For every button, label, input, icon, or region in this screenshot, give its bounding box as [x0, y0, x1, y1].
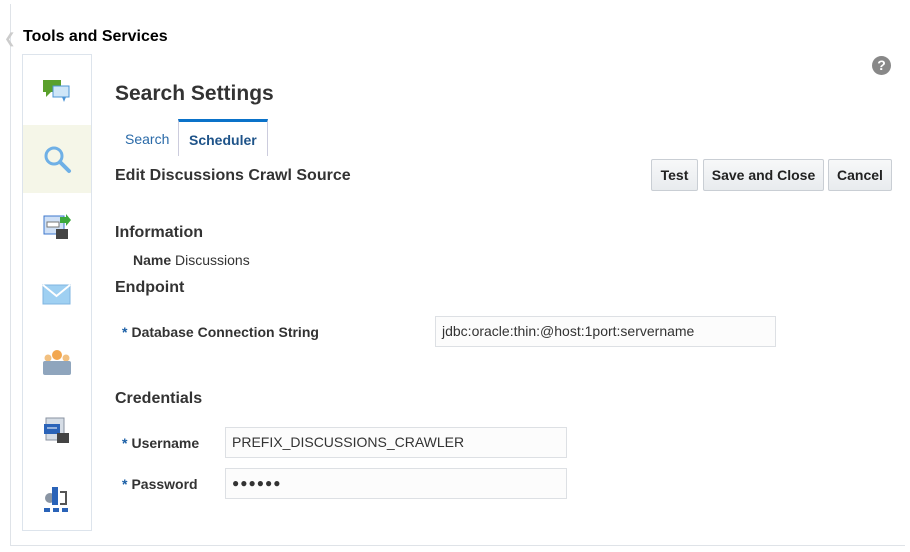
- required-marker: *: [122, 476, 128, 492]
- password-input[interactable]: ●●●●●●: [225, 468, 567, 499]
- mail-icon: [42, 284, 71, 305]
- sidebar-item-search[interactable]: [23, 125, 91, 193]
- sidebar-item-people[interactable]: [23, 329, 91, 397]
- name-label: Name: [133, 252, 172, 268]
- cancel-button[interactable]: Cancel: [828, 159, 892, 191]
- sidebar-item-mail[interactable]: [23, 261, 91, 329]
- sidebar: [22, 54, 92, 531]
- panel-title: Tools and Services: [23, 28, 168, 45]
- sidebar-item-portal[interactable]: [23, 397, 91, 465]
- help-icon[interactable]: ?: [872, 56, 891, 75]
- section-subtitle: Edit Discussions Crawl Source: [115, 167, 351, 184]
- required-marker: *: [122, 324, 128, 340]
- portal-icon: [44, 417, 69, 443]
- credentials-heading: Credentials: [115, 390, 203, 407]
- tab-search[interactable]: Search: [125, 119, 169, 156]
- connection-string-label-text: Database Connection String: [131, 324, 319, 340]
- save-and-close-button[interactable]: Save and Close: [703, 159, 824, 191]
- information-heading: Information: [115, 224, 203, 241]
- sidebar-item-discussions[interactable]: [23, 57, 91, 125]
- username-label-text: Username: [131, 435, 200, 451]
- tab-scheduler[interactable]: Scheduler: [178, 119, 268, 156]
- password-label: * Password: [122, 476, 198, 492]
- page-title: Search Settings: [115, 82, 274, 105]
- username-input[interactable]: PREFIX_DISCUSSIONS_CRAWLER: [225, 427, 567, 458]
- sidebar-item-content-server[interactable]: [23, 193, 91, 261]
- endpoint-heading: Endpoint: [115, 279, 185, 296]
- username-label: * Username: [122, 435, 199, 451]
- password-label-text: Password: [131, 476, 198, 492]
- search-icon: [44, 146, 71, 173]
- connection-string-input[interactable]: jdbc:oracle:thin:@host:1port:servername: [435, 316, 776, 347]
- collapse-chevron-icon[interactable]: ❮: [4, 30, 16, 47]
- required-marker: *: [122, 435, 128, 451]
- process-icon: [44, 487, 68, 512]
- content-server-icon: [43, 214, 71, 239]
- people-icon: [43, 350, 71, 375]
- test-button[interactable]: Test: [651, 159, 698, 191]
- connection-string-label: * Database Connection String: [122, 324, 319, 340]
- name-value: Discussions: [175, 252, 250, 268]
- discussions-icon: [43, 80, 70, 102]
- sidebar-item-process[interactable]: [23, 465, 91, 533]
